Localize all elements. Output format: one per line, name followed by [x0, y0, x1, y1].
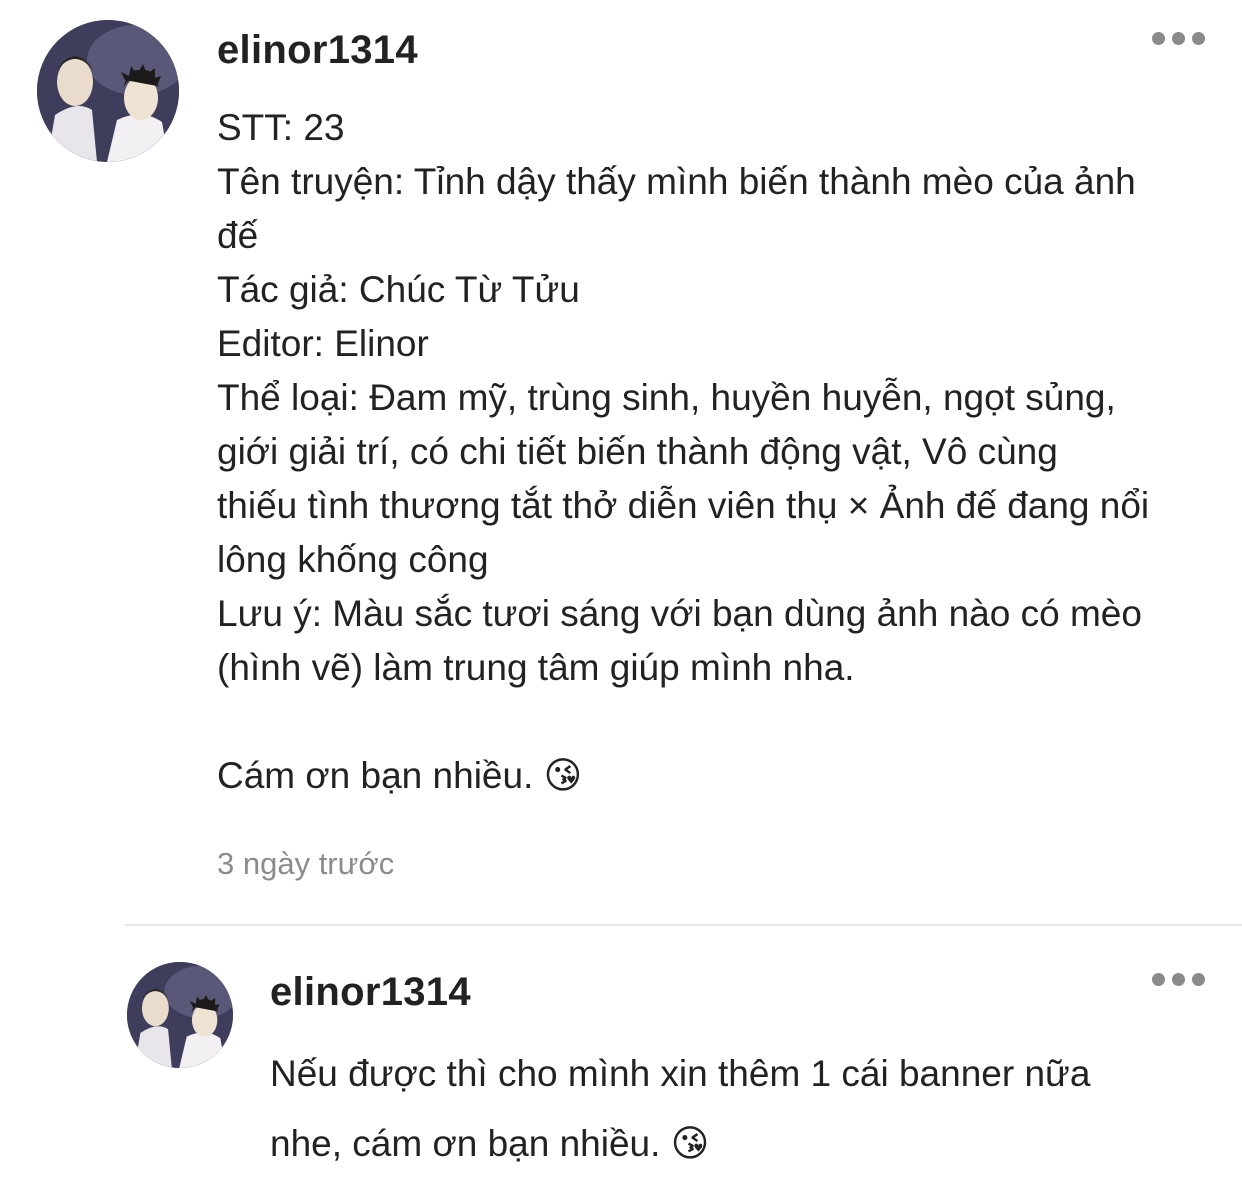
username[interactable]: elinor1314	[217, 28, 418, 73]
avatar-image	[127, 962, 233, 1068]
comment-line: (hình vẽ) làm trung tâm giúp mình nha.	[217, 647, 855, 688]
avatar[interactable]	[37, 20, 179, 162]
avatar[interactable]	[127, 962, 233, 1068]
comment-blank-line	[217, 695, 1149, 749]
comment-line: Thể loại: Đam mỹ, trùng sinh, huyền huyễ…	[217, 377, 1116, 418]
comment-line: STT: 23	[217, 107, 345, 148]
comment-line: Nếu được thì cho mình xin thêm 1 cái ban…	[270, 1053, 1091, 1094]
more-horizontal-icon	[1192, 32, 1205, 45]
more-horizontal-icon	[1152, 973, 1165, 986]
more-options-button[interactable]	[1152, 973, 1205, 986]
comment-line: đế	[217, 215, 259, 256]
comment: elinor1314 STT: 23 Tên truyện: Tỉnh dậy …	[0, 0, 1242, 924]
comment-line: Tác giả: Chúc Từ Tửu	[217, 269, 580, 310]
more-options-button[interactable]	[1152, 32, 1205, 45]
comment-line: thiếu tình thương tắt thở diễn viên thụ …	[217, 485, 1150, 526]
comment-line: nhe, cám ơn bạn nhiều. 😘	[270, 1123, 710, 1164]
comment-line: Lưu ý: Màu sắc tươi sáng với bạn dùng ản…	[217, 593, 1142, 634]
username[interactable]: elinor1314	[270, 970, 471, 1015]
avatar-image	[37, 20, 179, 162]
more-horizontal-icon	[1172, 32, 1185, 45]
comment-line: giới giải trí, có chi tiết biến thành độ…	[217, 431, 1058, 472]
reply-comment: elinor1314 Nếu được thì cho mình xin thê…	[0, 926, 1242, 1187]
comment-body: Nếu được thì cho mình xin thêm 1 cái ban…	[270, 1039, 1090, 1179]
more-horizontal-icon	[1192, 973, 1205, 986]
comment-line: Editor: Elinor	[217, 323, 429, 364]
comment-line: Cám ơn bạn nhiều. 😘	[217, 755, 583, 796]
comment-line: lông khống công	[217, 539, 489, 580]
comment-line: Tên truyện: Tỉnh dậy thấy mình biến thàn…	[217, 161, 1136, 202]
timestamp: 3 ngày trước	[217, 846, 395, 881]
comment-body: STT: 23 Tên truyện: Tỉnh dậy thấy mình b…	[217, 101, 1149, 803]
more-horizontal-icon	[1172, 973, 1185, 986]
more-horizontal-icon	[1152, 32, 1165, 45]
